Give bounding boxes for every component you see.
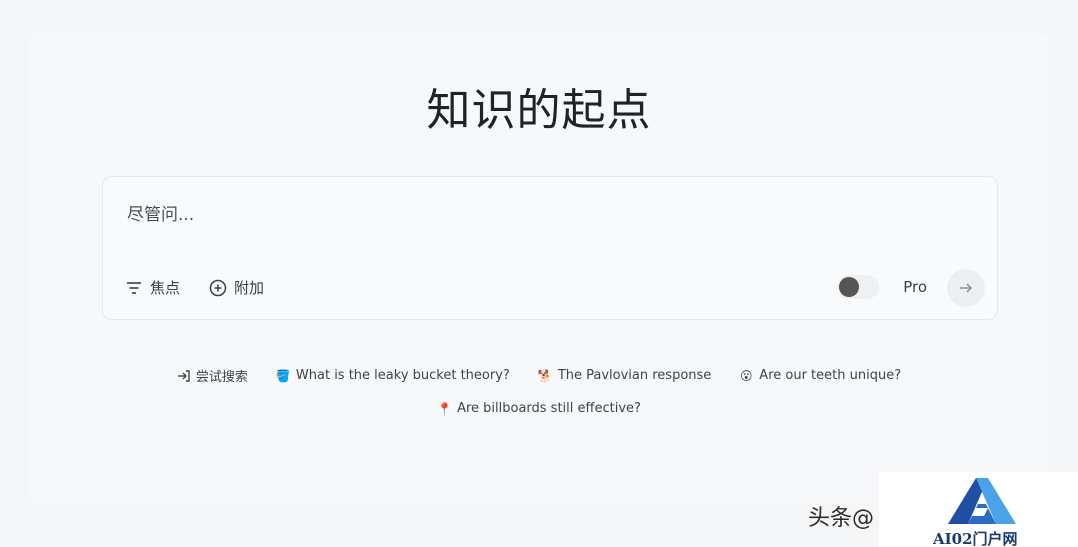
pin-icon: 📍: [437, 401, 453, 416]
page: 知识的起点 焦点 附加: [0, 0, 1078, 547]
pro-label: Pro: [903, 278, 927, 296]
enter-arrow-icon: [177, 369, 191, 383]
logo-text: AI02门户网: [933, 530, 1018, 547]
attach-button[interactable]: 附加: [209, 277, 264, 298]
pro-toggle[interactable]: [837, 275, 879, 299]
plus-circle-icon: [209, 279, 227, 297]
suggestion-item[interactable]: 🪣 What is the leaky bucket theory?: [276, 368, 510, 383]
suggestion-label: Are billboards still effective?: [457, 401, 641, 416]
suggestion-item[interactable]: 🐕 The Pavlovian response: [538, 368, 711, 383]
dog-icon: 🐕: [537, 368, 553, 383]
toutiao-watermark: 头条@: [808, 506, 875, 531]
suggestion-item[interactable]: 😮 Are our teeth unique?: [739, 368, 901, 383]
search-input[interactable]: [125, 199, 969, 231]
filter-icon: [125, 279, 143, 297]
suggestion-label: What is the leaky bucket theory?: [295, 368, 510, 383]
search-box: 焦点 附加 Pro: [102, 176, 998, 320]
submit-button[interactable]: [947, 269, 985, 307]
try-search-label: 尝试搜索: [177, 366, 248, 385]
focus-label: 焦点: [150, 279, 181, 297]
try-search-text: 尝试搜索: [195, 370, 248, 385]
face-icon: 😮: [740, 368, 753, 383]
suggestion-label: The Pavlovian response: [557, 368, 712, 383]
page-title: 知识的起点: [426, 85, 652, 136]
suggestions-row-1: 尝试搜索 🪣 What is the leaky bucket theory? …: [0, 366, 1078, 385]
toggle-knob: [839, 277, 859, 297]
focus-button[interactable]: 焦点: [125, 277, 180, 298]
ai02-logo-icon: [948, 478, 1016, 524]
arrow-right-icon: [959, 282, 973, 294]
suggestion-label: Are our teeth unique?: [759, 368, 902, 383]
bucket-icon: 🪣: [275, 368, 291, 383]
suggestions-row-2: 📍 Are billboards still effective?: [0, 401, 1078, 416]
attach-label: 附加: [234, 279, 265, 297]
suggestion-item[interactable]: 📍 Are billboards still effective?: [437, 401, 641, 416]
